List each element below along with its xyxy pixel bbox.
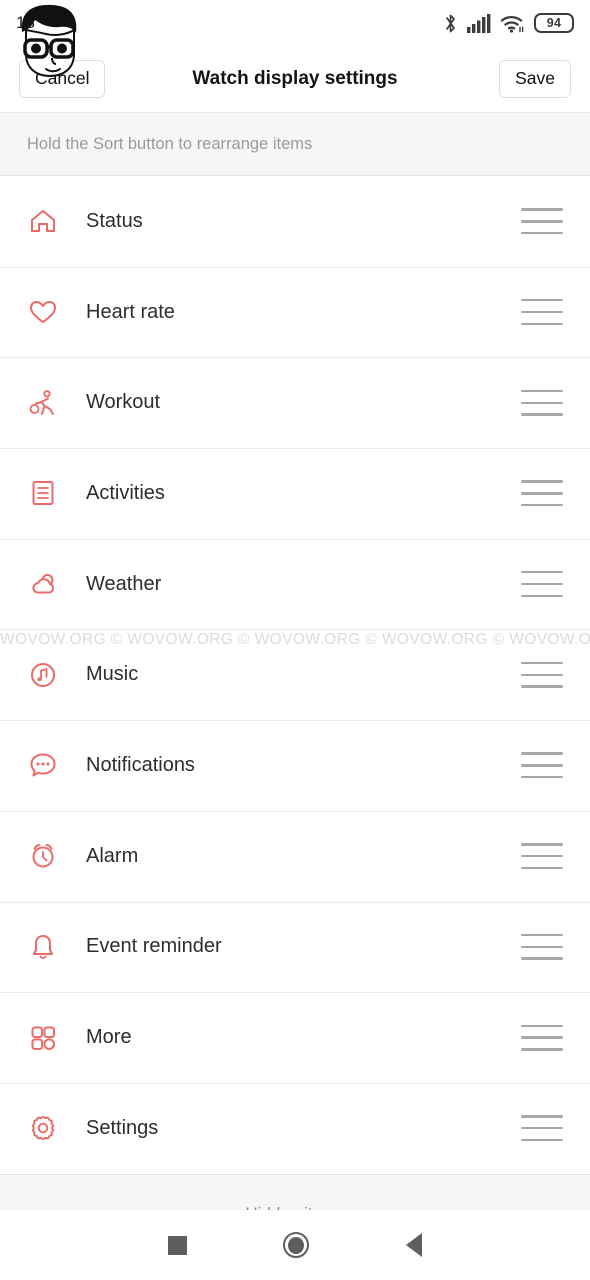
cancel-button[interactable]: Cancel xyxy=(19,60,106,98)
status-bar-right: 94 xyxy=(443,13,574,34)
drag-handle-icon[interactable] xyxy=(521,752,563,779)
drag-handle-icon[interactable] xyxy=(521,480,563,507)
drag-handle-icon[interactable] xyxy=(521,661,563,688)
chat-bubble-icon xyxy=(26,748,60,782)
status-bar-left: 18 xyxy=(16,13,35,33)
battery-indicator: 94 xyxy=(534,13,574,33)
list-item-label: More xyxy=(86,1026,132,1049)
sort-hint-text: Hold the Sort button to rearrange items xyxy=(27,134,313,153)
status-bar-clock: 18 xyxy=(16,13,35,32)
grid-more-icon xyxy=(26,1021,60,1055)
heart-icon xyxy=(26,295,60,329)
battery-level-label: 94 xyxy=(546,16,562,30)
list-item-label: Weather xyxy=(86,572,162,595)
drag-handle-icon[interactable] xyxy=(521,1024,563,1051)
drag-handle-icon[interactable] xyxy=(521,933,563,960)
bluetooth-icon xyxy=(446,14,455,32)
list-item-label: Event reminder xyxy=(86,935,222,958)
drag-handle-icon[interactable] xyxy=(521,299,563,326)
list-item-event-reminder[interactable]: Event reminder xyxy=(0,901,590,993)
status-bar: 18 94 xyxy=(0,0,590,46)
running-person-icon xyxy=(26,386,60,420)
alarm-clock-icon xyxy=(26,839,60,873)
list-item-notifications[interactable]: Notifications xyxy=(0,720,590,811)
drag-handle-icon[interactable] xyxy=(521,571,563,598)
list-item-workout[interactable]: Workout xyxy=(0,357,590,449)
list-item-label: Workout xyxy=(86,391,161,414)
cellular-signal-icon xyxy=(467,13,491,33)
list-item-alarm[interactable]: Alarm xyxy=(0,810,590,902)
list-document-icon xyxy=(26,476,60,510)
list-item-label: Activities xyxy=(86,481,165,504)
list-item-settings[interactable]: Settings xyxy=(0,1082,590,1174)
drag-handle-icon[interactable] xyxy=(521,389,563,416)
sort-hint-bar: Hold the Sort button to rearrange items xyxy=(0,112,590,176)
app-bar: Cancel Watch display settings Save xyxy=(0,46,590,112)
list-item-label: Notifications xyxy=(86,753,195,776)
list-item-heart-rate[interactable]: Heart rate xyxy=(0,266,590,358)
display-items-list: Status Heart rate Workout Activities Wea… xyxy=(0,176,590,1174)
list-item-label: Heart rate xyxy=(86,300,175,323)
triangle-back-icon[interactable] xyxy=(405,1233,422,1257)
list-item-activities[interactable]: Activities xyxy=(0,448,590,539)
square-recents-icon[interactable] xyxy=(168,1235,188,1255)
circle-home-icon[interactable] xyxy=(283,1232,310,1258)
music-note-icon xyxy=(26,658,60,692)
list-item-label: Settings xyxy=(86,1116,159,1139)
home-icon xyxy=(26,204,60,238)
drag-handle-icon[interactable] xyxy=(521,843,563,870)
gear-icon xyxy=(26,1111,60,1145)
list-item-label: Music xyxy=(86,663,139,686)
list-item-weather[interactable]: Weather xyxy=(0,538,590,630)
list-item-label: Alarm xyxy=(86,844,139,867)
drag-handle-icon[interactable] xyxy=(521,208,563,235)
list-item-label: Status xyxy=(86,209,143,232)
android-nav-bar xyxy=(0,1210,590,1280)
list-item-status[interactable]: Status xyxy=(0,176,590,267)
cloud-sun-icon xyxy=(26,567,60,601)
list-item-music[interactable]: Music xyxy=(0,629,590,721)
list-item-more[interactable]: More xyxy=(0,992,590,1083)
save-button[interactable]: Save xyxy=(499,60,571,98)
bell-icon xyxy=(26,930,60,964)
wifi-icon xyxy=(500,15,524,33)
phone-screen: 18 94 Cancel Watch display settings Save… xyxy=(0,0,590,1280)
drag-handle-icon[interactable] xyxy=(521,1115,563,1142)
